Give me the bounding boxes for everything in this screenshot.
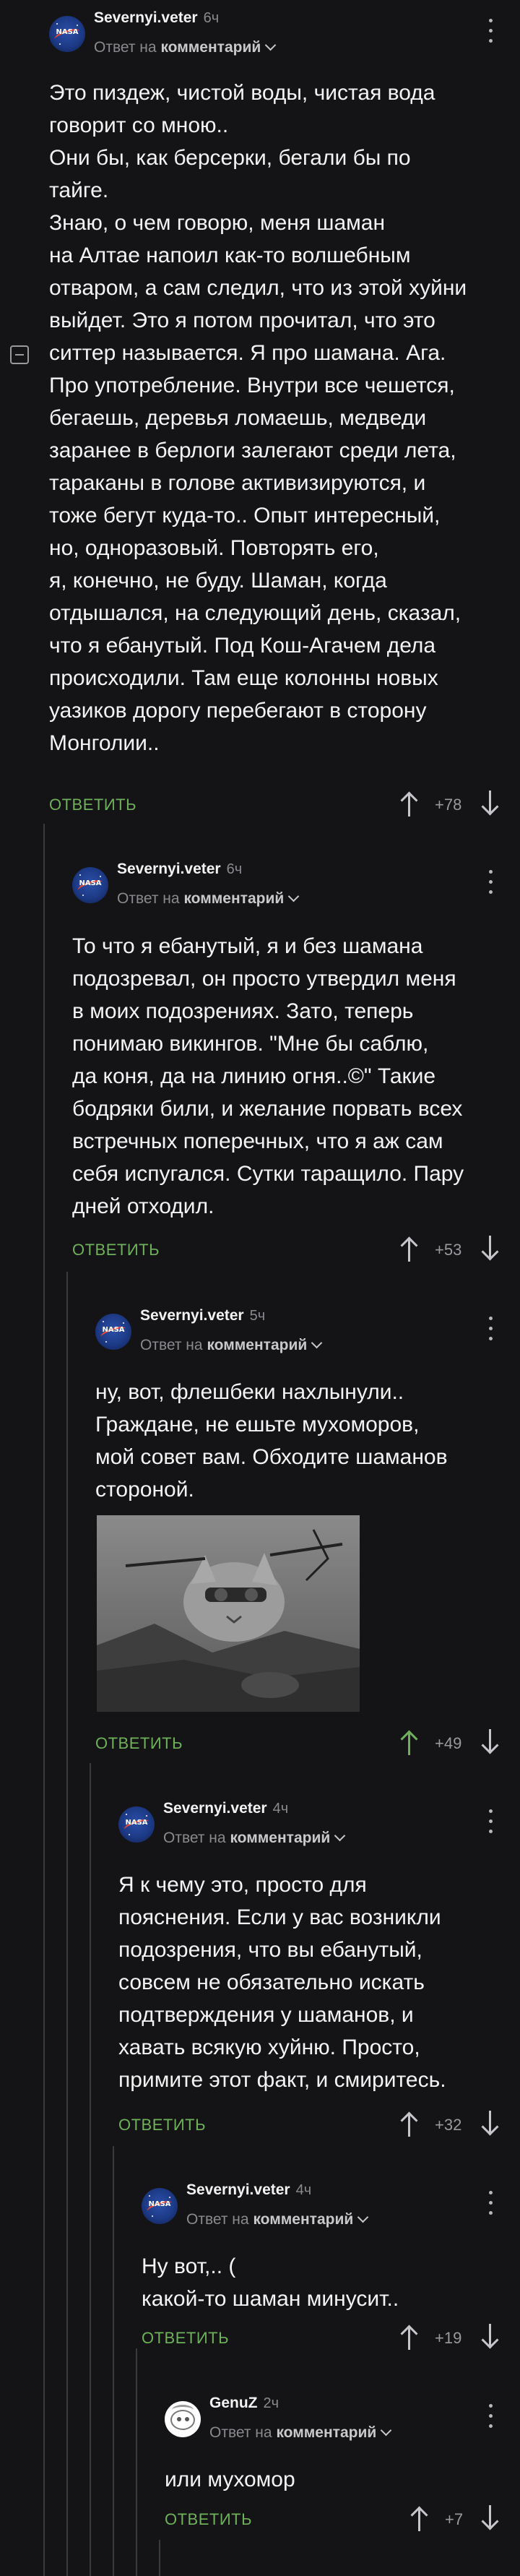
- arrow-down-icon[interactable]: [480, 2504, 501, 2533]
- chevron-down-icon: [334, 1830, 346, 1842]
- thread-line-6: [159, 2540, 160, 2576]
- thread-line-4: [113, 2146, 114, 2576]
- user-avatar[interactable]: NASA: [49, 16, 85, 52]
- chevron-down-icon: [380, 2424, 392, 2437]
- user-avatar[interactable]: [165, 2401, 201, 2437]
- comment-rating: +49: [435, 1734, 462, 1752]
- comment-image[interactable]: [97, 1515, 360, 1712]
- user-avatar[interactable]: NASA: [118, 1806, 155, 1843]
- comment-text: ну, вот, флешбеки нахлынули.. Граждане, …: [95, 1380, 448, 1502]
- comment-rating: +7: [445, 2510, 464, 2528]
- comment-text: Ну вот,.. ( какой-то шаман минусит..: [142, 2254, 399, 2311]
- comment-rating: +53: [435, 1241, 462, 1259]
- reply-button[interactable]: ОТВЕТИТЬ: [95, 1734, 183, 1753]
- reply-button[interactable]: ОТВЕТИТЬ: [142, 2329, 229, 2348]
- comment-text: Я к чему это, просто для пояснения. Если…: [118, 1873, 446, 2092]
- thread-line-3: [90, 1763, 91, 2576]
- comment-username[interactable]: Severnyi.veter 6ч: [117, 861, 242, 878]
- arrow-down-icon[interactable]: [480, 1728, 501, 1757]
- comment-text: То что я ебанутый, я и без шамана подозр…: [72, 934, 464, 1218]
- thread-line-5: [136, 2348, 137, 2576]
- reply-to-link[interactable]: Ответ на комментарий: [94, 39, 277, 56]
- more-vertical-icon[interactable]: [482, 2404, 500, 2430]
- reply-to-link[interactable]: Ответ на комментарий: [186, 2211, 369, 2228]
- arrow-up-icon[interactable]: [409, 2504, 430, 2533]
- more-vertical-icon[interactable]: [482, 2191, 500, 2217]
- reply-to-link[interactable]: Ответ на комментарий: [140, 1337, 323, 1354]
- cat-pilot-photo: [97, 1515, 360, 1712]
- user-avatar[interactable]: NASA: [142, 2188, 178, 2224]
- more-vertical-icon[interactable]: [482, 1809, 500, 1835]
- reply-to-link[interactable]: Ответ на комментарий: [163, 1830, 346, 1847]
- arrow-up-icon[interactable]: [399, 2322, 420, 2351]
- arrow-down-icon[interactable]: [480, 2322, 501, 2351]
- comment-rating: +19: [435, 2329, 462, 2347]
- reply-button[interactable]: ОТВЕТИТЬ: [72, 1241, 160, 1259]
- arrow-down-icon[interactable]: [480, 1234, 501, 1263]
- arrow-up-icon[interactable]: [399, 1234, 420, 1263]
- arrow-up-icon[interactable]: [399, 2109, 420, 2138]
- more-vertical-icon[interactable]: [482, 1317, 500, 1343]
- comment-time: 5ч: [249, 1308, 266, 1324]
- comment-username[interactable]: Severnyi.veter 6ч: [94, 9, 219, 27]
- arrow-down-icon[interactable]: [480, 2109, 501, 2138]
- reply-button[interactable]: ОТВЕТИТЬ: [118, 2116, 206, 2135]
- arrow-down-icon[interactable]: [480, 789, 501, 818]
- reply-button[interactable]: ОТВЕТИТЬ: [49, 796, 136, 814]
- comment-time: 6ч: [203, 10, 220, 26]
- user-avatar[interactable]: NASA: [95, 1314, 131, 1350]
- more-vertical-icon[interactable]: [482, 870, 500, 896]
- collapse-thread-button[interactable]: [10, 345, 29, 364]
- comment-rating: +32: [435, 2116, 462, 2134]
- more-vertical-icon[interactable]: [482, 19, 500, 45]
- comment-text: Это пиздеж, чистой воды, чистая вода гов…: [49, 81, 467, 755]
- reply-to-link[interactable]: Ответ на комментарий: [209, 2424, 392, 2442]
- thread-line-2: [66, 1272, 68, 2576]
- comment-time: 2ч: [263, 2395, 280, 2411]
- chevron-down-icon: [311, 1337, 323, 1349]
- arrow-up-icon[interactable]: [399, 1728, 420, 1757]
- chevron-down-icon: [357, 2211, 369, 2223]
- comment-time: 6ч: [226, 861, 243, 877]
- comment-username[interactable]: Severnyi.veter 4ч: [163, 1800, 288, 1817]
- comment-username[interactable]: GenuZ 2ч: [209, 2395, 279, 2412]
- chevron-down-icon: [264, 39, 277, 51]
- comment-username[interactable]: Severnyi.veter 4ч: [186, 2181, 311, 2199]
- reply-button[interactable]: ОТВЕТИТЬ: [165, 2510, 252, 2529]
- comment-time: 4ч: [272, 1801, 289, 1817]
- reply-to-link[interactable]: Ответ на комментарий: [117, 890, 300, 908]
- user-avatar[interactable]: NASA: [72, 867, 108, 903]
- arrow-up-icon[interactable]: [399, 789, 420, 818]
- comment-text: или мухомор: [165, 2468, 295, 2491]
- comment-username[interactable]: Severnyi.veter 5ч: [140, 1307, 265, 1324]
- comment-rating: +78: [435, 796, 462, 814]
- comment-time: 4ч: [295, 2182, 312, 2198]
- collapse-icon: [15, 354, 24, 356]
- thread-line-1: [43, 824, 45, 2576]
- chevron-down-icon: [287, 890, 300, 903]
